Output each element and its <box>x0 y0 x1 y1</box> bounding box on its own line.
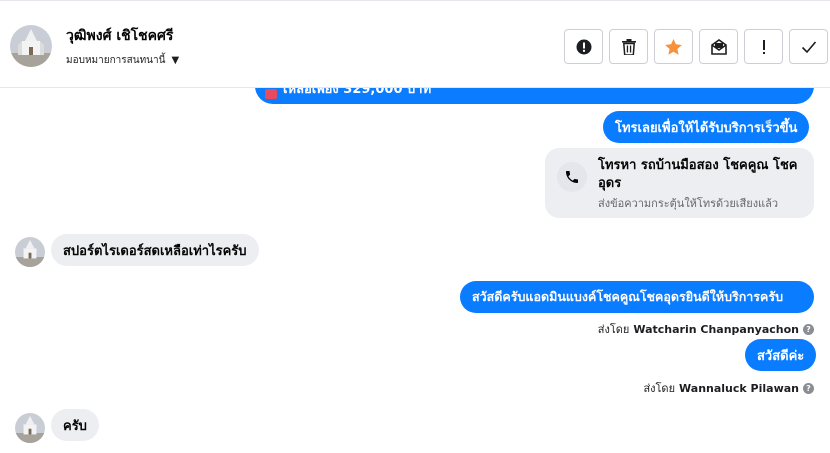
call-prompt-card[interactable]: โทรหา รถบ้านมือสอง โชคคูณ โชคอุดร ส่งข้อ… <box>545 148 814 218</box>
message-text: สปอร์ตไรเดอร์สดเหลือเท่าไรครับ <box>63 243 247 259</box>
phone-icon <box>557 162 587 192</box>
delete-button[interactable] <box>609 29 648 64</box>
message-incoming[interactable]: ครับ <box>51 409 99 441</box>
message-outgoing[interactable]: โทรเลยเพื่อให้ได้รับบริการเร็วขึ้น <box>603 111 810 143</box>
alert-circle-icon <box>576 39 591 54</box>
flag-button[interactable] <box>744 29 783 64</box>
sent-by-prefix: ส่งโดย <box>643 382 676 395</box>
contact-avatar-small[interactable] <box>15 413 45 443</box>
assign-conversation-dropdown[interactable]: มอบหมายการสนทนานี้ ▼ <box>66 53 179 68</box>
gift-icon <box>265 89 277 99</box>
message-incoming[interactable]: สปอร์ตไรเดอร์สดเหลือเท่าไรครับ <box>51 234 259 266</box>
exclamation-icon <box>762 39 765 54</box>
header-actions <box>564 29 828 64</box>
message-outgoing[interactable]: สวัสดีค่ะ <box>745 339 817 371</box>
star-icon <box>665 38 682 55</box>
sent-by-label: ส่งโดย Watcharin Chanpanyachon ? <box>598 320 814 338</box>
report-button[interactable] <box>564 29 603 64</box>
help-icon[interactable]: ? <box>803 382 814 394</box>
message-text: โทรเลยเพื่อให้ได้รับบริการเร็วขึ้น <box>615 120 798 136</box>
check-icon <box>801 40 816 53</box>
sent-by-label: ส่งโดย Wannaluck Pilawan ? <box>643 379 814 397</box>
message-text: ครับ <box>63 418 87 434</box>
conversation-header: วุฒิพงศ์ เชิโชคศรี มอบหมายการสนทนานี้ ▼ <box>0 0 830 88</box>
done-button[interactable] <box>789 29 828 64</box>
message-text: สวัสดีครับแอดมินแบงค์โชคคูณโชคอุดรยินดีใ… <box>472 289 784 304</box>
call-card-title: โทรหา รถบ้านมือสอง โชคคูณ โชคอุดร <box>598 158 798 191</box>
caret-down-icon: ▼ <box>171 55 180 66</box>
assign-label: มอบหมายการสนทนานี้ <box>66 55 166 66</box>
message-text: สวัสดีค่ะ <box>757 348 805 364</box>
sender-name: Watcharin Chanpanyachon <box>633 322 799 336</box>
contact-avatar[interactable] <box>10 25 52 67</box>
mark-unread-button[interactable] <box>699 29 738 64</box>
sender-name: Wannaluck Pilawan <box>679 381 799 395</box>
message-outgoing[interactable]: สวัสดีครับแอดมินแบงค์โชคคูณโชคอุดรยินดีใ… <box>460 281 814 313</box>
star-button[interactable] <box>654 29 693 64</box>
mail-icon <box>710 38 727 55</box>
call-card-subtitle: ส่งข้อความกระตุ้นให้โทรด้วยเสียงแล้ว <box>598 197 779 210</box>
help-icon[interactable]: ? <box>803 323 814 335</box>
sent-by-prefix: ส่งโดย <box>597 323 630 336</box>
trash-icon <box>621 38 636 55</box>
contact-name: วุฒิพงศ์ เชิโชคศรี <box>66 28 174 44</box>
contact-avatar-small[interactable] <box>15 237 45 267</box>
